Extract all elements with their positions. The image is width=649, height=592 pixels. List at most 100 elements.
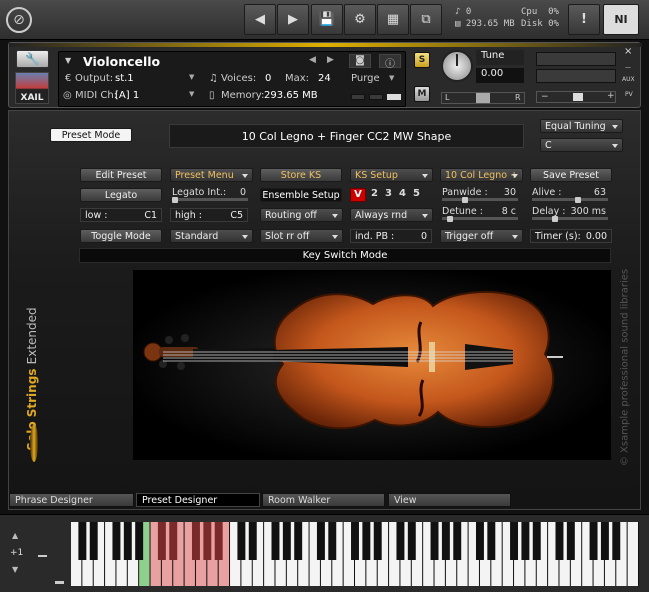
black-key[interactable] [566, 522, 575, 560]
output-dropdown-icon[interactable]: ▼ [189, 73, 194, 81]
output-value[interactable]: st.1 [115, 73, 134, 84]
tab-view[interactable]: View [388, 493, 511, 507]
black-key[interactable] [532, 522, 541, 560]
high-range-field[interactable]: high : C5 [170, 208, 248, 222]
black-key[interactable] [328, 522, 337, 560]
mod-wheel-icon[interactable] [55, 581, 64, 584]
store-ks-button[interactable]: Store KS [260, 168, 342, 182]
save-icon[interactable]: 💾 [311, 4, 343, 35]
detune-slider[interactable]: Detune : 8 c [440, 206, 520, 222]
ks-3-button[interactable]: 3 [382, 188, 395, 199]
black-key[interactable] [430, 522, 439, 560]
alive-knob[interactable] [574, 197, 581, 203]
black-key[interactable] [373, 522, 382, 560]
piano-keys[interactable] [71, 522, 639, 586]
panwide-knob[interactable] [462, 197, 469, 203]
black-key[interactable] [487, 522, 496, 560]
black-key[interactable] [396, 522, 405, 560]
legato-knob[interactable] [172, 197, 178, 203]
black-key[interactable] [294, 522, 303, 560]
layout-icon[interactable]: ▦ [377, 4, 409, 35]
black-key[interactable] [475, 522, 484, 560]
current-preset-menu[interactable]: 10 Col Legno + Fing [440, 168, 523, 182]
tab-preset-designer[interactable]: Preset Designer [136, 493, 260, 507]
black-key[interactable] [351, 522, 359, 560]
save-preset-button[interactable]: Save Preset [530, 168, 612, 182]
aux-button[interactable]: AUX [622, 76, 635, 83]
close-icon[interactable]: × [624, 46, 632, 57]
purge-label[interactable]: Purge [351, 73, 380, 84]
octave-up-icon[interactable]: ▲ [12, 531, 18, 540]
edit-preset-button[interactable]: Edit Preset [80, 168, 162, 182]
ks-setup-menu[interactable]: KS Setup [350, 168, 433, 182]
instrument-name[interactable]: Violoncello [83, 54, 160, 69]
minimize-icon[interactable]: — [625, 64, 631, 71]
trigger-menu[interactable]: Trigger off [440, 229, 523, 243]
alive-slider[interactable]: Alive : 63 [530, 187, 610, 203]
black-key[interactable] [112, 522, 121, 560]
low-range-field[interactable]: low : C1 [80, 208, 162, 222]
black-key[interactable] [89, 522, 98, 560]
panwide-slider[interactable]: Panwide : 30 [440, 187, 520, 203]
black-key[interactable] [510, 522, 519, 560]
legato-intensity-slider[interactable]: Legato Int.: 0 [170, 187, 250, 203]
black-key[interactable] [282, 522, 291, 560]
mute-button[interactable]: M [414, 86, 430, 102]
tune-knob[interactable] [441, 50, 473, 82]
key-menu[interactable]: C [540, 138, 623, 152]
black-key[interactable] [237, 522, 246, 560]
alert-button[interactable]: ! [568, 4, 600, 35]
tab-room-walker[interactable]: Room Walker [262, 493, 385, 507]
solo-button[interactable]: S [414, 52, 430, 68]
black-key[interactable] [135, 522, 144, 560]
ind-pb-field[interactable]: ind. PB : 0 [350, 229, 432, 243]
black-key[interactable] [78, 522, 87, 560]
black-key[interactable] [203, 522, 212, 560]
volume-minus-icon[interactable]: − [541, 92, 549, 102]
tab-phrase-designer[interactable]: Phrase Designer [9, 493, 134, 507]
black-key[interactable] [600, 522, 609, 560]
black-key[interactable] [362, 522, 371, 560]
legato-button[interactable]: Legato [80, 188, 162, 202]
midi-dropdown-icon[interactable]: ▼ [189, 90, 194, 98]
kontakt-logo-icon[interactable]: ⊘ [6, 7, 32, 33]
next-arrow-icon[interactable]: ▶ [277, 4, 309, 35]
white-key[interactable] [627, 522, 638, 586]
max-value[interactable]: 24 [318, 73, 331, 84]
routing-menu[interactable]: Routing off [260, 208, 343, 222]
delay-knob[interactable] [552, 216, 559, 222]
pitch-wheel-icon[interactable] [38, 555, 47, 557]
gear-icon[interactable]: ⚙ [344, 4, 376, 35]
wrench-icon[interactable]: 🔧 [16, 50, 49, 68]
black-key[interactable] [555, 522, 564, 560]
toggle-mode-button[interactable]: Toggle Mode [80, 229, 162, 243]
pan-handle[interactable] [476, 93, 490, 103]
instrument-prev-icon[interactable]: ◀ [309, 55, 316, 65]
ks-4-button[interactable]: 4 [396, 188, 409, 199]
piano-keyboard[interactable] [71, 522, 639, 586]
purge-dropdown-icon[interactable]: ▼ [389, 74, 394, 82]
black-key[interactable] [169, 522, 178, 560]
ensemble-setup-button[interactable]: Ensemble Setup [260, 188, 342, 202]
octave-down-icon[interactable]: ▼ [12, 565, 18, 574]
black-key[interactable] [316, 522, 325, 560]
black-key[interactable] [589, 522, 598, 560]
black-key[interactable] [157, 522, 166, 560]
pan-slider[interactable]: L R [441, 92, 525, 104]
always-rnd-menu[interactable]: Always rnd [350, 208, 433, 222]
black-key[interactable] [521, 522, 530, 560]
volume-slider[interactable]: − + [536, 91, 616, 103]
volume-handle[interactable] [573, 93, 583, 101]
ni-logo[interactable]: NI [603, 4, 639, 35]
black-key[interactable] [441, 522, 450, 560]
pv-button[interactable]: PV [625, 91, 633, 98]
detune-knob[interactable] [447, 216, 454, 222]
midi-value[interactable]: [A] 1 [115, 90, 139, 101]
slot-rr-menu[interactable]: Slot rr off [260, 229, 343, 243]
preset-menu[interactable]: Preset Menu [170, 168, 253, 182]
delay-slider[interactable]: Delay : 300 ms [530, 206, 610, 222]
tuning-menu[interactable]: Equal Tuning [540, 119, 623, 133]
collapse-arrow-icon[interactable]: ▼ [65, 56, 71, 65]
tune-value[interactable]: 0.00 [476, 68, 524, 83]
minimize-view-icon[interactable]: ⧉ [410, 4, 442, 35]
